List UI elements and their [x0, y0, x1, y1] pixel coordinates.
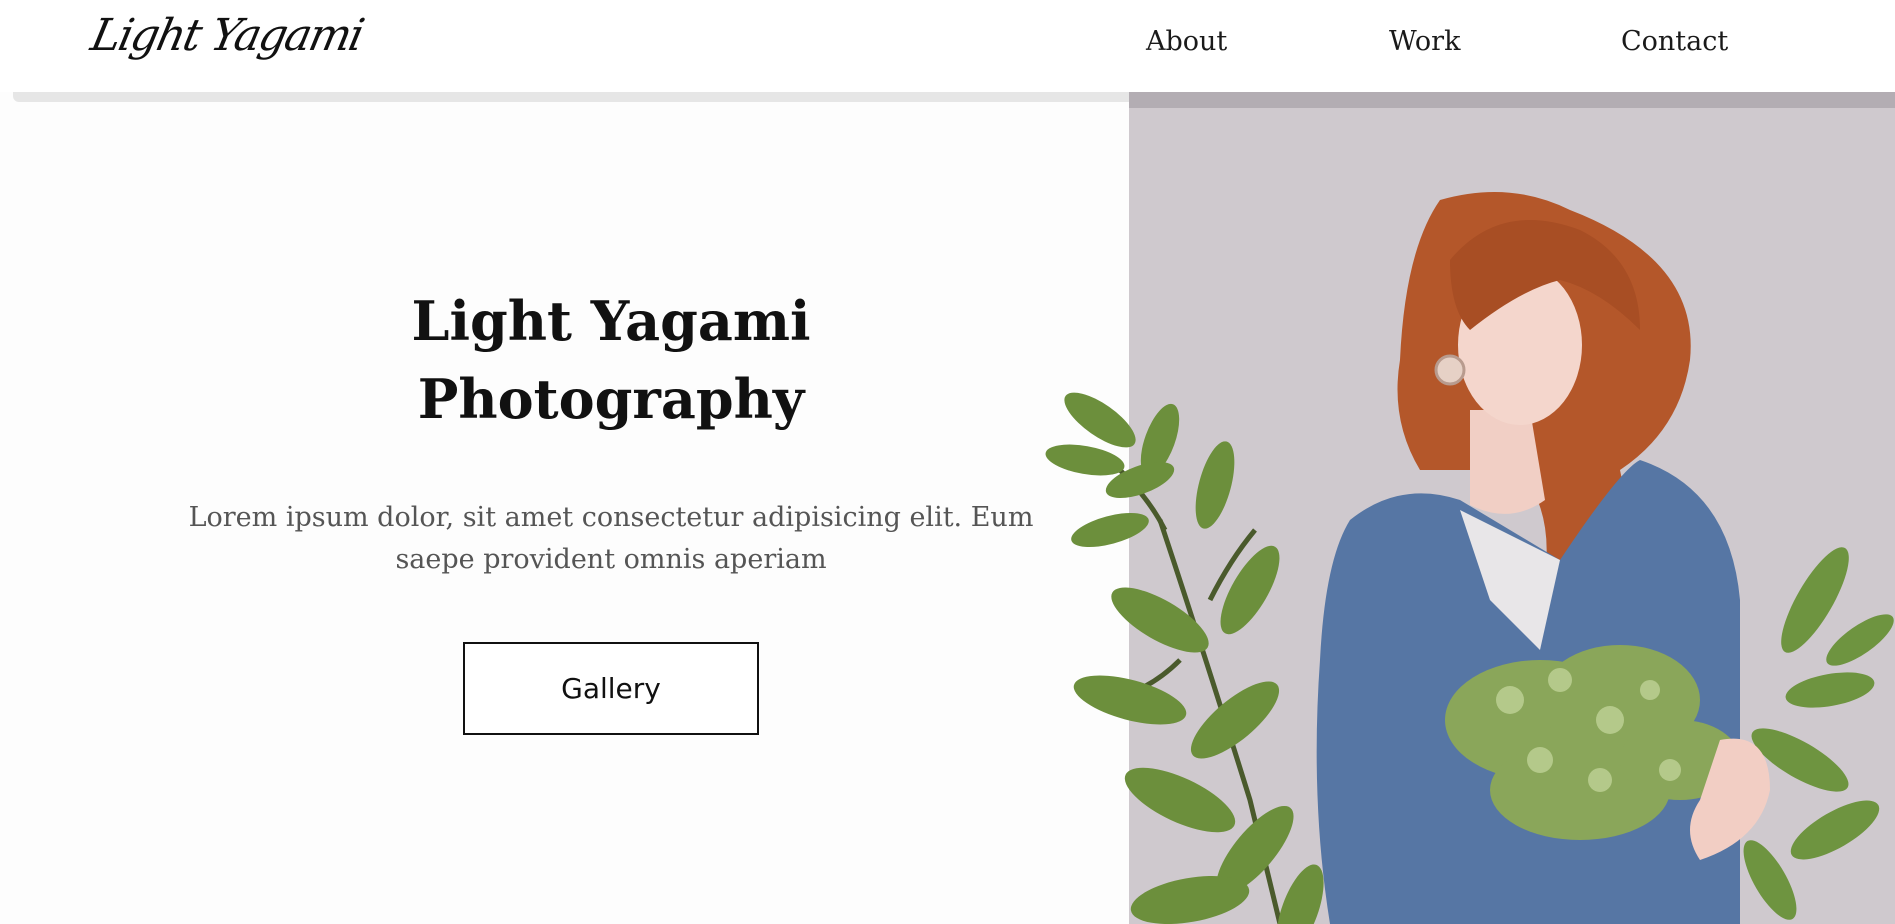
hero-title: Light Yagami Photography	[160, 282, 1062, 438]
nav-link-work[interactable]: Work	[1389, 26, 1460, 57]
gallery-button[interactable]: Gallery	[463, 642, 759, 735]
header-shadow	[13, 92, 1130, 102]
hero-description-line2: saepe provident omnis aperiam	[395, 544, 827, 575]
header-shadow-photo	[1129, 92, 1895, 108]
hero-title-line1: Light Yagami	[411, 289, 811, 353]
nav-link-about[interactable]: About	[1146, 26, 1227, 57]
nav-link-contact[interactable]: Contact	[1621, 26, 1728, 57]
site-header: Light Yagami About Work Contact	[0, 0, 1895, 92]
site-logo[interactable]: Light Yagami	[87, 10, 367, 61]
hero-description-line1: Lorem ipsum dolor, sit amet consectetur …	[188, 502, 1034, 533]
hero-description: Lorem ipsum dolor, sit amet consectetur …	[160, 497, 1062, 581]
page: Light Yagami About Work Contact Light Ya…	[0, 0, 1895, 924]
hero-title-line2: Photography	[417, 367, 805, 431]
hero-photo-backdrop	[1129, 92, 1895, 924]
